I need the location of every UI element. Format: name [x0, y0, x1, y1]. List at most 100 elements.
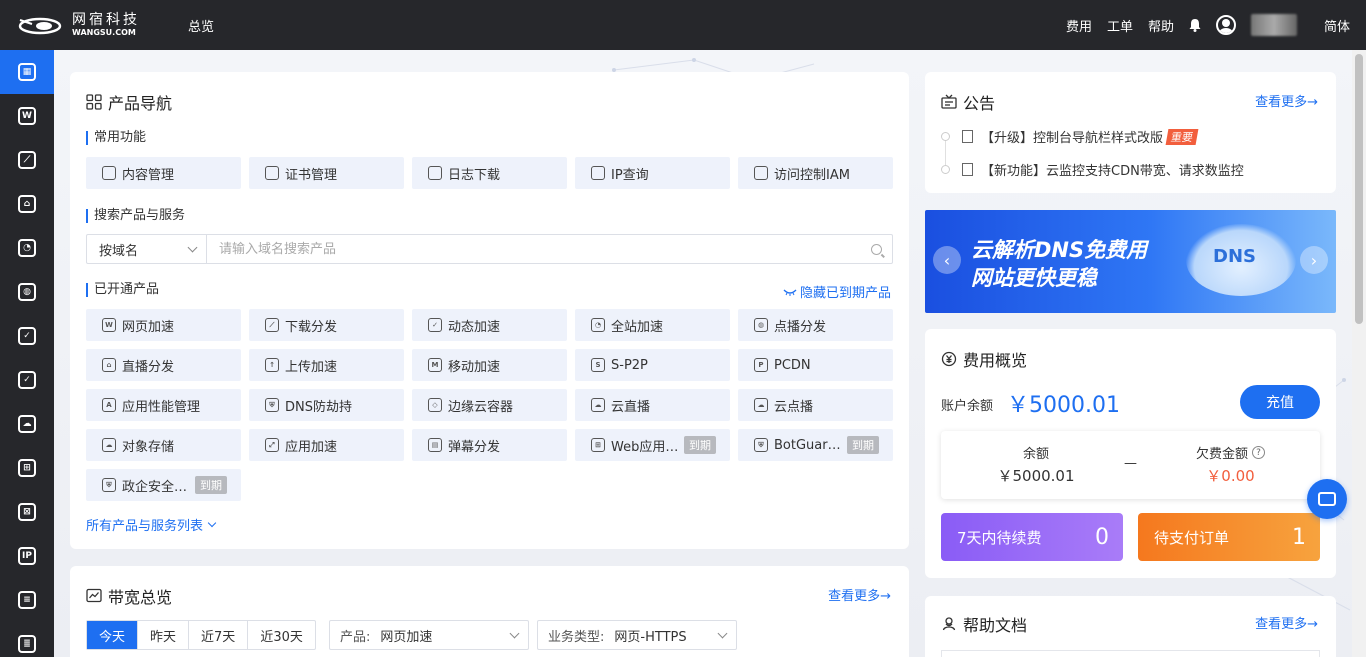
renew-within-7-days-card[interactable]: 7天内待续费 0 — [941, 513, 1123, 561]
tab-today[interactable]: 今天 — [87, 621, 139, 649]
time-range-tabs: 今天 昨天 近7天 近30天 — [86, 620, 316, 650]
expired-badge: 到期 — [195, 476, 227, 494]
nav-fees[interactable]: 费用 — [1066, 16, 1092, 35]
product-button[interactable]: ⛨ BotGuar… 到期 — [738, 429, 893, 461]
product-select[interactable]: 产品: 网页加速 — [329, 620, 529, 650]
banner-line1: 云解析DNS免费用 — [971, 238, 1148, 262]
product-button[interactable]: ◇ 边缘云容器 — [412, 389, 567, 421]
product-button[interactable]: ☁ 云点播 — [738, 389, 893, 421]
business-type-select[interactable]: 业务类型: 网页-HTTPS — [537, 620, 737, 650]
carousel-next-button[interactable]: › — [1300, 246, 1328, 274]
ip-icon: IP — [18, 547, 36, 565]
product-label: 应用加速 — [285, 439, 338, 455]
tab-last-30-days[interactable]: 近30天 — [248, 621, 315, 649]
product-label: 直播分发 — [122, 359, 175, 375]
sidebar-item[interactable]: ▦ — [0, 50, 54, 94]
chevron-down-icon — [509, 628, 520, 639]
product-button[interactable]: ☁ 对象存储 — [86, 429, 241, 461]
product-button[interactable]: S S-P2P — [575, 349, 730, 381]
recharge-button[interactable]: 充值 — [1240, 385, 1320, 419]
product-button[interactable]: ◔ 全站加速 — [575, 309, 730, 341]
help-docs-more-link[interactable]: 查看更多→ — [1255, 613, 1318, 632]
separator: — — [1124, 456, 1137, 471]
product-icon: ◍ — [754, 318, 768, 332]
sidebar-item[interactable]: ◔ — [0, 226, 54, 270]
all-products-link[interactable]: 所有产品与服务列表 — [86, 515, 217, 534]
sidebar-item[interactable]: ☁ — [0, 402, 54, 446]
all-products-text: 所有产品与服务列表 — [86, 519, 204, 534]
product-icon: W — [102, 318, 116, 332]
bandwidth-card: 带宽总览 查看更多→ 今天 昨天 近7天 近30天 产品: 网页加速 业务类型:… — [70, 566, 909, 657]
product-label: 移动加速 — [448, 359, 501, 375]
product-button[interactable]: ⤢ 应用加速 — [249, 429, 404, 461]
scrollbar-thumb[interactable] — [1355, 54, 1363, 324]
product-icon: ☁ — [102, 438, 116, 452]
help-question-icon[interactable]: ? — [1252, 446, 1265, 459]
search-input[interactable] — [207, 235, 871, 263]
sidebar-item[interactable]: ✓ — [0, 358, 54, 402]
nav-overview[interactable]: 总览 — [188, 16, 214, 35]
bell-icon[interactable] — [1189, 18, 1201, 32]
common-function-button[interactable]: 日志下载 — [412, 157, 567, 189]
common-function-button[interactable]: 访问控制IAM — [738, 157, 893, 189]
product-button[interactable]: ◍ 点播分发 — [738, 309, 893, 341]
dns-promo-banner[interactable]: 云解析DNS免费用 网站更快更稳 DNS ‹ › — [925, 210, 1336, 313]
username-blurred[interactable] — [1250, 14, 1297, 36]
renew-label: 7天内待续费 — [957, 528, 1042, 547]
user-avatar-icon[interactable] — [1215, 15, 1236, 35]
carousel-prev-button[interactable]: ‹ — [933, 246, 961, 274]
product-icon: ☁ — [754, 398, 768, 412]
product-icon: P — [754, 358, 768, 372]
notice-item[interactable]: 【升级】控制台导航栏样式改版 重要 — [941, 127, 1199, 146]
cloud-user-icon: ☁ — [18, 415, 36, 433]
hide-expired-link[interactable]: 隐藏已到期产品 — [783, 282, 891, 301]
sidebar-item[interactable]: W — [0, 94, 54, 138]
language-switch[interactable]: 简体 — [1324, 16, 1350, 35]
sidebar-item[interactable]: ⌂ — [0, 182, 54, 226]
product-button[interactable]: P PCDN — [738, 349, 893, 381]
common-function-button[interactable]: IP查询 — [575, 157, 730, 189]
sidebar-item[interactable]: ⊠ — [0, 490, 54, 534]
product-button[interactable]: ☁ 云直播 — [575, 389, 730, 421]
product-button[interactable]: ⛨ 政企安全… 到期 — [86, 469, 241, 501]
product-button[interactable]: W 网页加速 — [86, 309, 241, 341]
search-type-select[interactable]: 按域名 — [87, 235, 207, 263]
product-button[interactable]: ⊞ Web应用… 到期 — [575, 429, 730, 461]
tab-yesterday[interactable]: 昨天 — [138, 621, 190, 649]
opened-products-grid: W 网页加速 ⟋ 下载分发 ✓ 动态加速 ◔ 全站加速 ◍ 点播分发 ⌂ 直播分发 ↑ 上传加速 M 移动加速… — [86, 309, 893, 501]
product-button[interactable]: ⛨ DNS防劫持 — [249, 389, 404, 421]
sidebar-item[interactable]: ✓ — [0, 314, 54, 358]
common-function-button[interactable]: 内容管理 — [86, 157, 241, 189]
product-label: 对象存储 — [122, 439, 175, 455]
sidebar-item[interactable]: ≡ — [0, 578, 54, 622]
sidebar-item[interactable]: IP — [0, 534, 54, 578]
sidebar-item[interactable]: ◍ — [0, 270, 54, 314]
product-button[interactable]: A 应用性能管理 — [86, 389, 241, 421]
notice-item[interactable]: 【新功能】云监控支持CDN带宽、请求数监控 — [941, 160, 1244, 179]
sidebar-item[interactable]: ⊞ — [0, 446, 54, 490]
sidebar-item[interactable]: ≣ — [0, 622, 54, 657]
product-button[interactable]: ✓ 动态加速 — [412, 309, 567, 341]
product-button[interactable]: ↑ 上传加速 — [249, 349, 404, 381]
search-icon[interactable] — [871, 243, 882, 255]
unpaid-count: 1 — [1292, 524, 1306, 550]
product-button[interactable]: ⟋ 下载分发 — [249, 309, 404, 341]
tab-last-7-days[interactable]: 近7天 — [189, 621, 249, 649]
sidebar-item[interactable]: ⟋ — [0, 138, 54, 182]
product-icon: S — [591, 358, 605, 372]
product-button[interactable]: ⌂ 直播分发 — [86, 349, 241, 381]
product-button[interactable]: ▤ 弹幕分发 — [412, 429, 567, 461]
nav-tickets[interactable]: 工单 — [1107, 16, 1133, 35]
nav-help[interactable]: 帮助 — [1148, 16, 1174, 35]
page-scrollbar[interactable] — [1352, 50, 1366, 657]
common-function-button[interactable]: 证书管理 — [249, 157, 404, 189]
logo[interactable]: 网宿科技 WANGSU.COM — [18, 13, 188, 37]
account-balance-label: 账户余额 — [941, 399, 994, 414]
unpaid-orders-card[interactable]: 待支付订单 1 — [1138, 513, 1320, 561]
customer-service-chat-button[interactable] — [1307, 479, 1347, 519]
product-label: 点播分发 — [774, 319, 827, 335]
notice-more-link[interactable]: 查看更多→ — [1255, 91, 1318, 110]
bandwidth-more-link[interactable]: 查看更多→ — [828, 585, 891, 604]
product-button[interactable]: M 移动加速 — [412, 349, 567, 381]
business-type-label: 业务类型: — [548, 629, 605, 645]
